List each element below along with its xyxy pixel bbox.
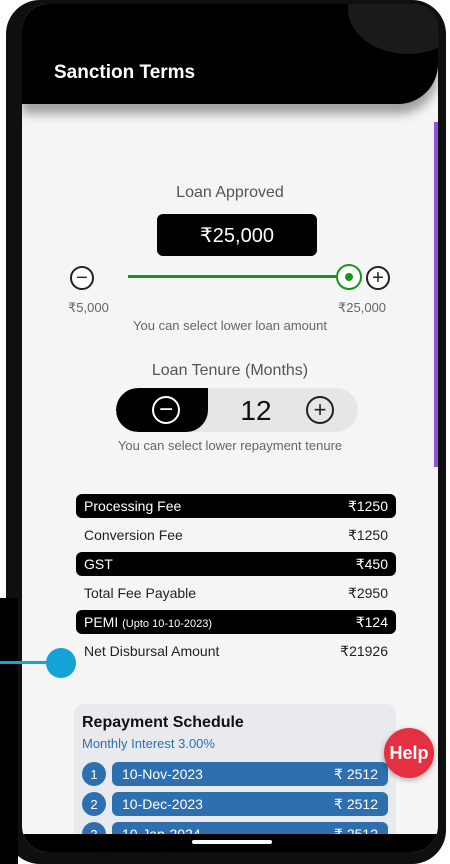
installment-amount: ₹ 2512 bbox=[334, 765, 378, 782]
slider-min-label: ₹5,000 bbox=[68, 300, 109, 315]
system-nav-bar bbox=[22, 834, 438, 852]
minus-icon: − bbox=[76, 267, 88, 289]
schedule-row: 1 10-Nov-2023 ₹ 2512 bbox=[82, 762, 390, 786]
fee-value: ₹1250 bbox=[347, 526, 388, 543]
fee-row-processing: Processing Fee ₹1250 bbox=[76, 494, 396, 518]
fee-value: ₹450 bbox=[355, 555, 388, 572]
fee-label: Net Disbursal Amount bbox=[84, 643, 220, 659]
loan-amount-slider-track[interactable] bbox=[128, 275, 352, 278]
loan-approved-label: Loan Approved bbox=[176, 184, 284, 201]
fee-value: ₹21926 bbox=[340, 642, 388, 659]
fee-label-group: PEMI (Upto 10-10-2023) bbox=[84, 614, 212, 630]
tenure-stepper: − 12 + bbox=[116, 388, 358, 432]
installment-amount: ₹ 2512 bbox=[334, 795, 378, 812]
loan-amount-display: ₹25,000 bbox=[157, 214, 317, 256]
fee-row-conversion: Conversion Fee ₹1250 bbox=[76, 523, 396, 547]
installment-number: 1 bbox=[82, 762, 106, 786]
fee-row-pemi: PEMI (Upto 10-10-2023) ₹124 bbox=[76, 610, 396, 634]
fee-label: GST bbox=[84, 556, 113, 572]
scrollbar[interactable] bbox=[434, 122, 438, 467]
tenure-hint: You can select lower repayment tenure bbox=[117, 438, 343, 453]
tenure-value: 12 bbox=[240, 395, 272, 426]
installment-number: 2 bbox=[82, 792, 106, 816]
annotation-marker-dot bbox=[46, 648, 76, 678]
loan-tenure-label: Loan Tenure (Months) bbox=[151, 362, 309, 379]
installment-bar: 10-Nov-2023 ₹ 2512 bbox=[112, 762, 388, 786]
fee-value: ₹2950 bbox=[347, 584, 388, 601]
home-indicator[interactable] bbox=[192, 840, 272, 844]
fee-note: (Upto 10-10-2023) bbox=[122, 618, 213, 630]
help-button[interactable]: Help bbox=[384, 728, 434, 778]
fee-label: Processing Fee bbox=[84, 498, 182, 514]
plus-icon: + bbox=[372, 267, 384, 289]
plus-icon: + bbox=[313, 397, 327, 422]
repayment-schedule-card: Repayment Schedule Monthly Interest 3.00… bbox=[74, 704, 396, 852]
installment-date: 10-Nov-2023 bbox=[122, 766, 203, 782]
schedule-title: Repayment Schedule bbox=[82, 714, 244, 731]
installment-date: 10-Dec-2023 bbox=[122, 796, 203, 812]
increase-tenure-button[interactable]: + bbox=[306, 396, 334, 424]
app-screen: Sanction Terms Loan Approved ₹25,000 − +… bbox=[22, 4, 438, 852]
overlay-dark-panel bbox=[0, 598, 18, 864]
fee-label: Conversion Fee bbox=[84, 527, 183, 543]
increase-amount-button[interactable]: + bbox=[366, 266, 390, 290]
fee-value: ₹124 bbox=[355, 613, 388, 630]
loan-amount-slider-thumb[interactable] bbox=[336, 264, 362, 290]
fee-row-net-disbursal: Net Disbursal Amount ₹21926 bbox=[76, 639, 396, 663]
schedule-interest: Monthly Interest 3.00% bbox=[82, 736, 215, 751]
page-title: Sanction Terms bbox=[54, 62, 196, 83]
schedule-row: 2 10-Dec-2023 ₹ 2512 bbox=[82, 792, 390, 816]
installment-bar: 10-Dec-2023 ₹ 2512 bbox=[112, 792, 388, 816]
camera-notch bbox=[348, 4, 438, 54]
fee-value: ₹1250 bbox=[347, 497, 388, 514]
slider-max-label: ₹25,000 bbox=[338, 300, 387, 315]
fee-table: Processing Fee ₹1250 Conversion Fee ₹125… bbox=[76, 494, 396, 668]
minus-icon: − bbox=[158, 396, 173, 423]
fee-label: Total Fee Payable bbox=[84, 585, 197, 601]
loan-amount-hint: You can select lower loan amount bbox=[133, 318, 327, 333]
fee-row-total: Total Fee Payable ₹2950 bbox=[76, 581, 396, 605]
fee-label: PEMI bbox=[84, 614, 119, 630]
decrease-tenure-button[interactable]: − bbox=[152, 396, 180, 424]
decrease-amount-button[interactable]: − bbox=[70, 266, 94, 290]
fee-row-gst: GST ₹450 bbox=[76, 552, 396, 576]
header-bar: Sanction Terms bbox=[22, 4, 438, 104]
